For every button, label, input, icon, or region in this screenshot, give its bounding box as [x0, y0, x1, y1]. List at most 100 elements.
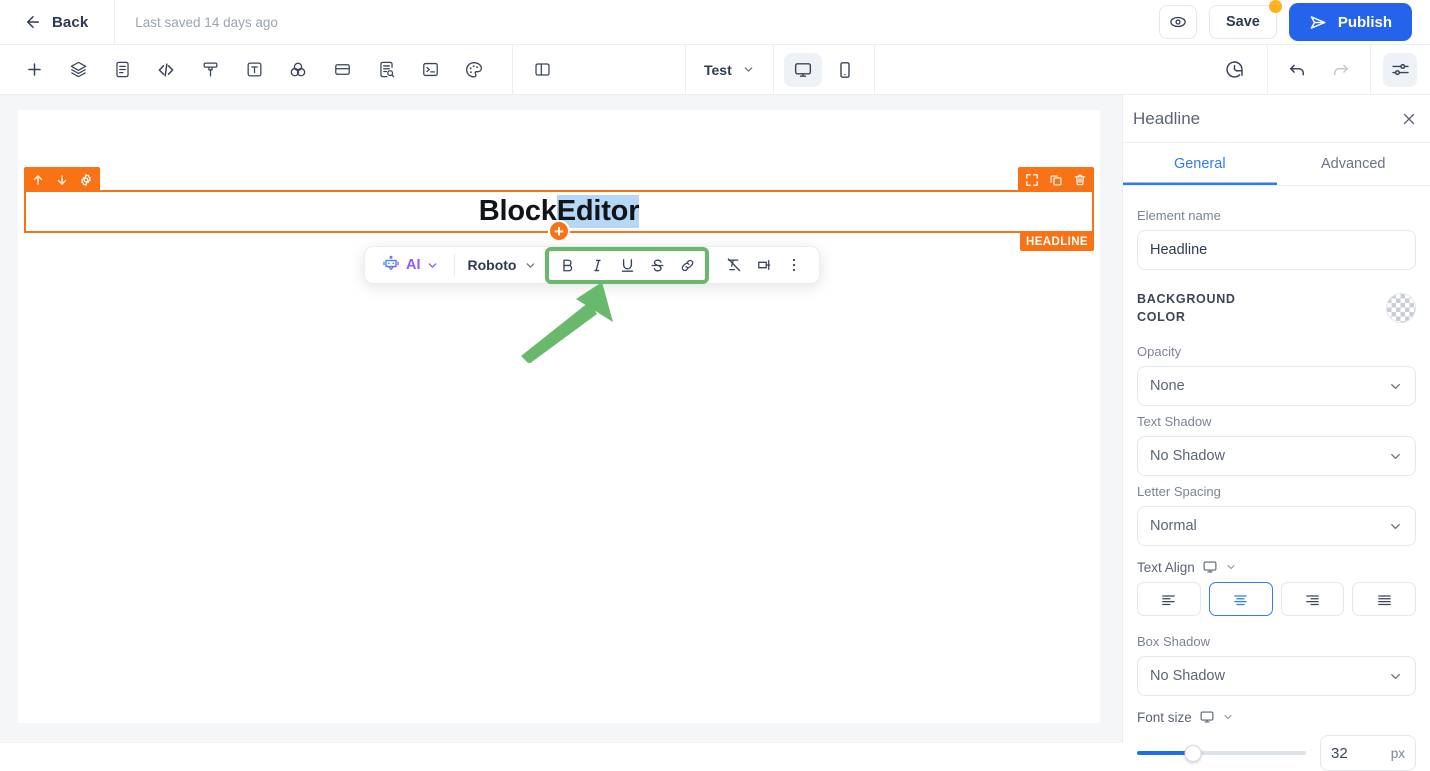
layers-icon[interactable] [61, 53, 95, 87]
font-size-value: 32 [1331, 745, 1348, 762]
clear-formatting-icon[interactable] [719, 252, 749, 279]
desktop-icon[interactable] [784, 53, 822, 87]
chevron-down-icon [524, 259, 537, 272]
align-right-button[interactable] [1281, 582, 1345, 616]
text-shadow-select[interactable]: No Shadow [1137, 436, 1416, 476]
panel-title: Headline [1133, 109, 1200, 129]
align-center-button[interactable] [1209, 582, 1273, 616]
font-size-label: Font size [1137, 710, 1192, 725]
font-family-selector[interactable]: Roboto [464, 257, 542, 273]
back-label: Back [52, 14, 88, 31]
revision-history-icon[interactable] [1217, 53, 1251, 87]
block-settings-icon[interactable] [74, 167, 98, 192]
preset-label: Test [704, 62, 732, 78]
toolbar-icon-group [0, 53, 496, 87]
letter-spacing-select[interactable]: Normal [1137, 506, 1416, 546]
panel-tabs: General Advanced [1123, 143, 1430, 186]
split-panel-icon[interactable] [525, 53, 559, 87]
chevron-down-icon [426, 259, 439, 272]
font-size-row: Font size [1137, 709, 1416, 725]
ai-label: AI [406, 257, 421, 273]
preview-button[interactable] [1159, 5, 1197, 39]
font-size-slider[interactable] [1137, 742, 1306, 764]
color-blend-icon[interactable] [281, 53, 315, 87]
page-icon[interactable] [105, 53, 139, 87]
code-icon[interactable] [149, 53, 183, 87]
desktop-icon[interactable] [1202, 559, 1218, 575]
mobile-icon[interactable] [826, 53, 864, 87]
background-color-swatch[interactable] [1386, 293, 1416, 323]
letter-spacing-value: Normal [1150, 518, 1197, 534]
bold-icon[interactable] [552, 252, 582, 279]
toolbar-divider-5 [1267, 45, 1268, 95]
brush-icon[interactable] [193, 53, 227, 87]
ai-assist-button[interactable]: AI [375, 255, 445, 275]
top-bar-actions: Save Publish [1159, 3, 1430, 41]
publish-button[interactable]: Publish [1289, 3, 1412, 41]
box-shadow-value: No Shadow [1150, 668, 1225, 684]
element-name-input[interactable]: Headline [1137, 230, 1416, 270]
strikethrough-icon[interactable] [642, 252, 672, 279]
top-divider [114, 0, 115, 45]
underline-icon[interactable] [612, 252, 642, 279]
toolbar-divider-1 [512, 45, 513, 95]
toolbar-right-group [1212, 45, 1430, 95]
palette-icon[interactable] [457, 53, 491, 87]
chevron-down-icon[interactable] [1222, 711, 1234, 723]
align-left-button[interactable] [1137, 582, 1201, 616]
text-tools-group [719, 252, 809, 279]
document-search-icon[interactable] [369, 53, 403, 87]
plus-icon[interactable] [17, 53, 51, 87]
align-justify-button[interactable] [1352, 582, 1416, 616]
tab-advanced[interactable]: Advanced [1277, 143, 1430, 185]
chevron-down-icon [1388, 519, 1403, 534]
chevron-down-icon [742, 63, 755, 76]
undo-icon[interactable] [1280, 53, 1314, 87]
duplicate-icon[interactable] [1044, 167, 1068, 192]
box-shadow-select[interactable]: No Shadow [1137, 656, 1416, 696]
text-box-icon[interactable] [237, 53, 271, 87]
font-size-controls: 32 px [1137, 735, 1416, 771]
toolbar-divider-4 [874, 45, 875, 95]
link-icon[interactable] [672, 252, 702, 279]
terminal-icon[interactable] [413, 53, 447, 87]
more-options-icon[interactable] [779, 252, 809, 279]
ai-robot-icon [381, 255, 401, 275]
slider-knob[interactable] [1184, 745, 1201, 762]
move-up-icon[interactable] [26, 167, 50, 192]
eye-icon [1169, 13, 1187, 31]
add-block-button[interactable]: + [548, 220, 570, 242]
properties-panel: Headline General Advanced Element name H… [1122, 95, 1430, 743]
text-format-group-highlighted [545, 247, 709, 284]
font-family-label: Roboto [468, 257, 517, 273]
font-size-input[interactable]: 32 px [1320, 735, 1416, 771]
toolbar-divider-a [454, 254, 455, 276]
block-type-badge: HEADLINE [1020, 232, 1094, 251]
page-canvas[interactable]: Block Editor HEADLINE + [18, 110, 1100, 723]
save-button[interactable]: Save [1209, 5, 1277, 39]
sliders-icon[interactable] [1383, 53, 1417, 87]
selected-block-headline[interactable]: Block Editor HEADLINE + [24, 190, 1094, 233]
inline-element-icon[interactable] [749, 252, 779, 279]
tab-general[interactable]: General [1123, 143, 1277, 185]
back-button[interactable]: Back [18, 6, 94, 38]
delete-icon[interactable] [1068, 167, 1092, 192]
opacity-value: None [1150, 378, 1185, 394]
desktop-icon[interactable] [1199, 709, 1215, 725]
unsaved-changes-dot [1269, 0, 1282, 13]
opacity-select[interactable]: None [1137, 366, 1416, 406]
expand-icon[interactable] [1020, 167, 1044, 192]
italic-icon[interactable] [582, 252, 612, 279]
text-align-label: Text Align [1137, 560, 1195, 575]
background-color-label: Background Color [1137, 290, 1257, 326]
chevron-down-icon [1388, 379, 1403, 394]
element-name-label: Element name [1137, 208, 1416, 223]
text-shadow-value: No Shadow [1150, 448, 1225, 464]
card-icon[interactable] [325, 53, 359, 87]
close-icon[interactable] [1400, 110, 1418, 128]
move-down-icon[interactable] [50, 167, 74, 192]
chevron-down-icon[interactable] [1225, 561, 1237, 573]
redo-icon[interactable] [1324, 53, 1358, 87]
text-shadow-label: Text Shadow [1137, 414, 1416, 429]
preset-selector[interactable]: Test [686, 45, 773, 95]
